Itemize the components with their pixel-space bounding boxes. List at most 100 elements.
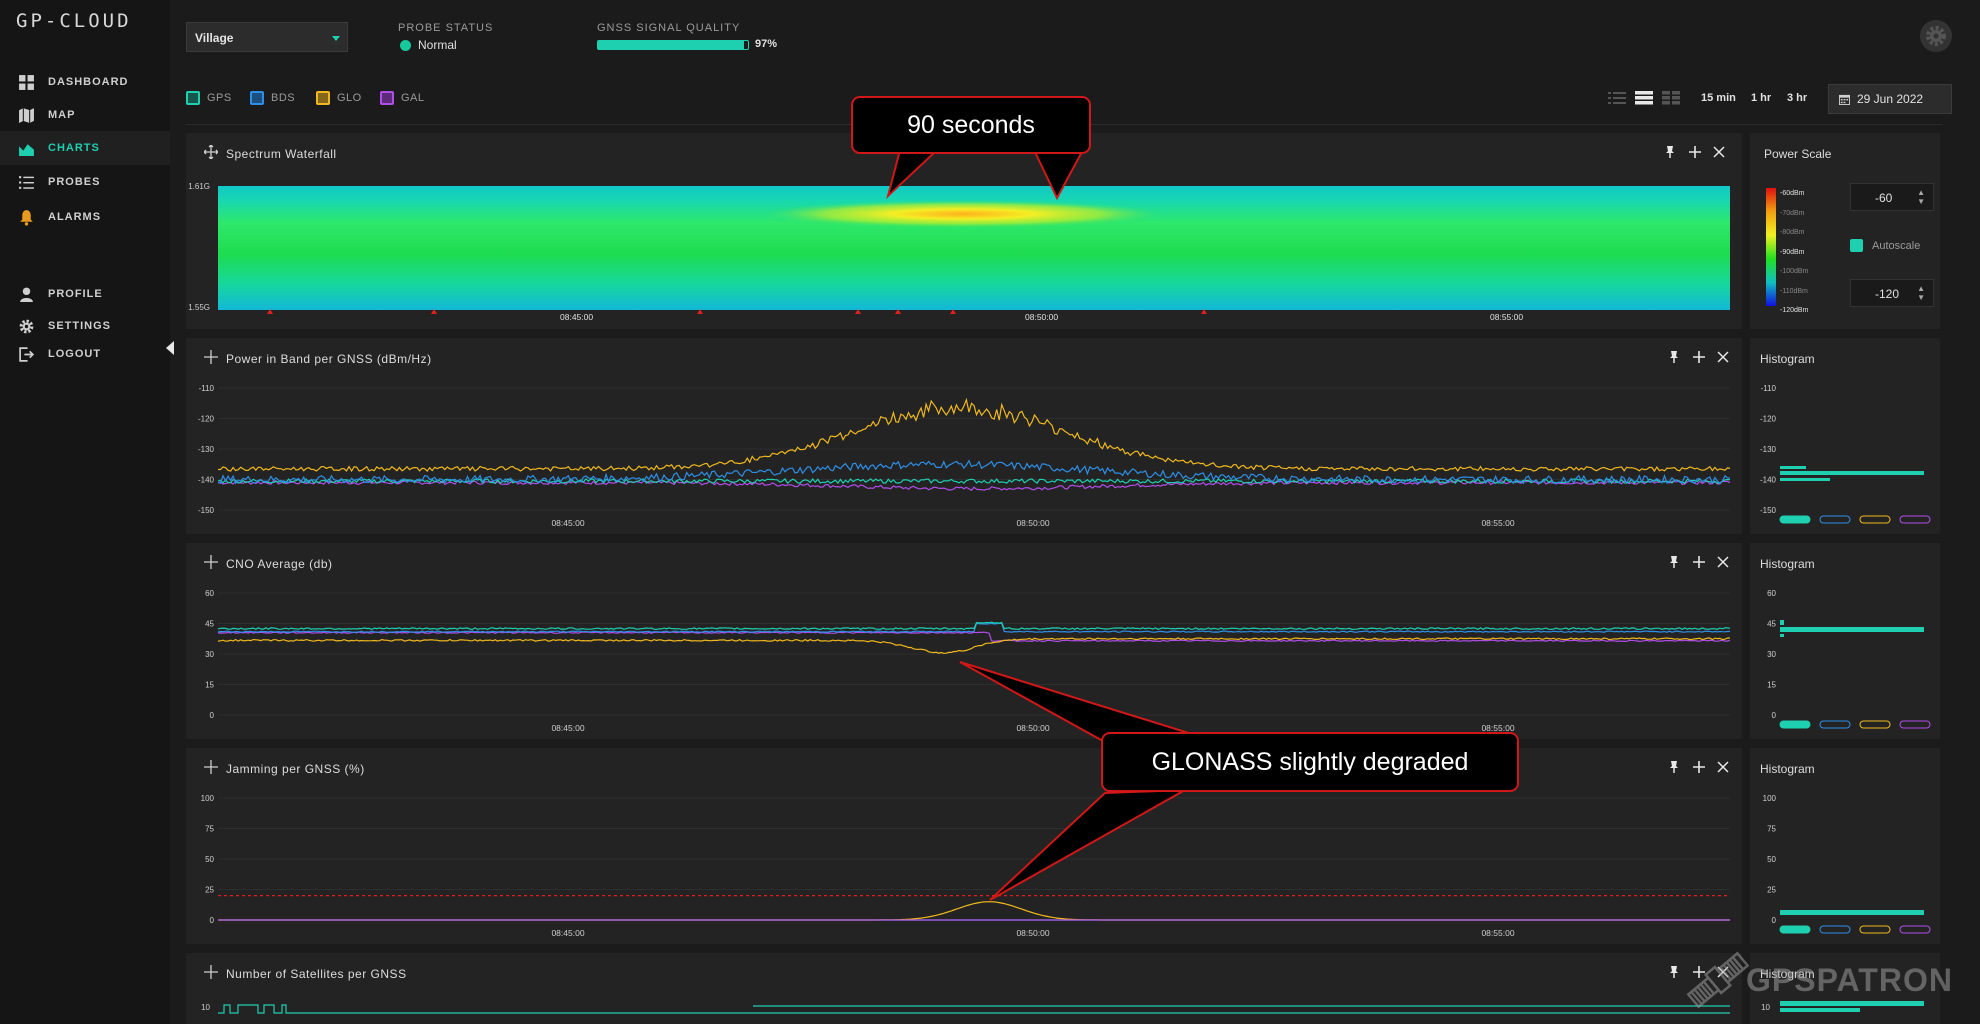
scale-label: -100dBm (1780, 268, 1809, 275)
power-chart: -110 -120 -130 -140 -150 08:45:00 08:50:00 08:5… (198, 384, 1731, 528)
callout-90-seconds: 90 seconds (851, 96, 1091, 154)
histogram-bar (1780, 620, 1784, 625)
user-icon (20, 287, 33, 302)
glo-swatch-icon (316, 91, 330, 105)
sidebar-item-probes[interactable]: PROBES (0, 165, 170, 199)
range-1hr-button[interactable]: 1 hr (1751, 92, 1771, 104)
waterfall-heatmap (218, 186, 1730, 310)
location-value: Village (195, 31, 234, 45)
alarm-marker-icon (431, 309, 437, 314)
legend-label: BDS (271, 92, 296, 104)
add-icon[interactable] (1692, 965, 1706, 979)
app-logo: GP-CLOUD (16, 10, 132, 32)
y-tick: -120 (198, 415, 215, 424)
close-icon[interactable] (1716, 965, 1730, 979)
y-tick: -150 (1760, 506, 1777, 515)
date-picker[interactable]: 29 Jun 2022 (1828, 84, 1952, 114)
sidebar-item-label: SETTINGS (48, 320, 112, 332)
side-title: Power Scale (1764, 147, 1832, 161)
power-scale-labels: -60dBm -70dBm -80dBm -90dBm -100dBm -110… (1780, 184, 1808, 321)
histogram-satellites-panel: Histogram 10 (1750, 953, 1940, 1024)
scale-label: -120dBm (1780, 307, 1809, 314)
power-max-stepper[interactable]: -60 ▲ ▼ (1850, 183, 1934, 211)
x-tick: 08:45:00 (551, 928, 584, 938)
pin-icon[interactable] (1663, 145, 1677, 159)
signal-quality-bar (597, 40, 749, 50)
y-tick: 10 (1761, 1003, 1770, 1012)
move-icon[interactable] (204, 145, 218, 159)
callout-glonass-degraded: GLONASS slightly degraded (1101, 732, 1519, 792)
legend-bds[interactable]: BDS (250, 91, 295, 105)
sidebar-item-logout[interactable]: LOGOUT (0, 337, 170, 371)
power-max-value: -60 (1875, 191, 1893, 205)
y-tick: 60 (1767, 589, 1776, 598)
sidebar-item-label: PROBES (48, 176, 101, 188)
settings-gear-button[interactable] (1920, 20, 1952, 52)
close-icon[interactable] (1712, 145, 1726, 159)
spectrum-waterfall-panel: Spectrum Waterfall 1.61G 1.55G 08:45:00 … (186, 133, 1742, 329)
pin-icon[interactable] (1667, 965, 1681, 979)
alarm-marker-icon (855, 309, 861, 314)
interference-hotspot (763, 200, 1163, 228)
sidebar-item-charts[interactable]: CHARTS (0, 131, 170, 165)
scale-label: -70dBm (1780, 209, 1805, 217)
histogram-power: -110 -120 -130 -140 -150 (1760, 384, 1931, 524)
x-tick: 08:50:00 (1016, 723, 1049, 733)
y-tick: 0 (1772, 916, 1777, 925)
autoscale-checkbox[interactable]: Autoscale (1850, 239, 1920, 252)
stepper-arrows-icon[interactable]: ▲ ▼ (1917, 284, 1925, 302)
y-tick: 45 (1767, 620, 1776, 629)
range-3hr-button[interactable]: 3 hr (1787, 92, 1807, 104)
sidebar-item-dashboard[interactable]: DASHBOARD (0, 65, 170, 99)
checkbox-checked-icon (1850, 239, 1863, 252)
y-tick: 100 (201, 794, 215, 803)
probe-status-value: Normal (418, 38, 457, 52)
series-toggle-pill (1819, 515, 1851, 524)
add-icon[interactable] (1688, 145, 1702, 159)
cno-chart: 60453015008:45:00 08:50:00 08:55:00 (205, 589, 1731, 733)
calendar-icon (1839, 94, 1850, 105)
power-colorbar (1766, 188, 1776, 306)
collapse-sidebar-icon[interactable] (166, 341, 174, 355)
bell-icon (20, 209, 33, 226)
stepper-arrows-icon[interactable]: ▲ ▼ (1917, 188, 1925, 206)
cno-average-panel: CNO Average (db) 60 45 30 15 0 08:45:00 08:50:… (186, 543, 1742, 739)
sidebar-item-label: LOGOUT (48, 348, 102, 360)
single-column-view-icon[interactable] (1635, 91, 1653, 105)
signal-quality-value: 97% (755, 38, 778, 50)
sidebar: GP-CLOUD DASHBOARD MAP CHARTS PROBES ALA… (0, 0, 174, 1024)
signal-quality-title: GNSS SIGNAL QUALITY (597, 22, 741, 34)
map-icon (19, 107, 34, 123)
alarm-marker-icon (950, 309, 956, 314)
scale-label: -60dBm (1780, 190, 1805, 197)
legend-gal[interactable]: GAL (380, 91, 425, 105)
y-tick: 75 (1767, 825, 1776, 834)
histogram-cno-panel: Histogram 60 45 30 15 0 (1750, 543, 1940, 739)
scale-label: -110dBm (1780, 287, 1808, 295)
area-chart-icon (19, 143, 34, 156)
sidebar-item-profile[interactable]: PROFILE (0, 277, 170, 311)
move-icon[interactable] (204, 965, 218, 979)
series-toggle-pill (1779, 720, 1811, 729)
y-tick: 25 (205, 886, 214, 895)
sidebar-item-label: CHARTS (48, 142, 100, 154)
y-tick: 25 (1767, 886, 1776, 895)
histogram-jamming-panel: Histogram 100 75 50 25 0 (1750, 748, 1940, 944)
location-select[interactable]: Village (186, 22, 348, 52)
power-min-stepper[interactable]: -120 ▲ ▼ (1850, 279, 1934, 307)
sidebar-item-map[interactable]: MAP (0, 98, 170, 132)
series-toggle-pill (1779, 515, 1811, 524)
range-15min-button[interactable]: 15 min (1701, 92, 1736, 104)
x-tick: 08:50:00 (1016, 518, 1049, 528)
legend-gps[interactable]: GPS (186, 91, 232, 105)
power-series-glo (218, 397, 1731, 473)
grid-view-icon[interactable] (1662, 91, 1680, 105)
gear-icon (19, 319, 34, 333)
legend-glo[interactable]: GLO (316, 91, 362, 105)
x-tick: 08:45:00 (551, 518, 584, 528)
y-tick: 15 (1767, 681, 1776, 690)
y-tick: 1.55G (188, 303, 210, 312)
sidebar-item-alarms[interactable]: ALARMS (0, 200, 170, 234)
list-view-icon[interactable] (1608, 91, 1626, 105)
signal-quality-fill (598, 41, 744, 49)
